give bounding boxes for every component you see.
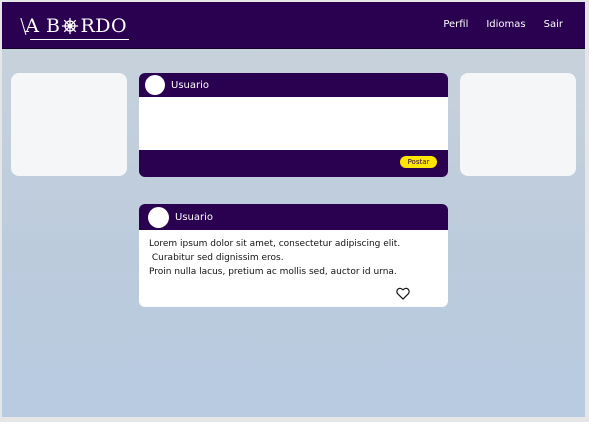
- post-body: Lorem ipsum dolor sit amet, consectetur …: [139, 230, 448, 279]
- left-sidebar-card: [11, 73, 127, 176]
- brand-logo[interactable]: \ A B RDO: [20, 14, 130, 40]
- logo-underline: [30, 39, 130, 40]
- ship-wheel-icon: [62, 17, 79, 35]
- like-button[interactable]: [394, 287, 412, 303]
- app-frame: \ A B RDO Perfil Idiomas Sair Usuario Po…: [2, 2, 585, 417]
- nav-logout-link[interactable]: Sair: [544, 19, 563, 30]
- compose-input[interactable]: [139, 97, 448, 150]
- post-text-line: Curabitur sed dignissim eros.: [149, 253, 284, 263]
- post-text-line: Proin nulla lacus, pretium ac mollis sed…: [149, 267, 397, 277]
- navbar: \ A B RDO Perfil Idiomas Sair: [2, 2, 585, 49]
- heart-icon: [396, 287, 410, 300]
- right-sidebar-card: [460, 73, 576, 176]
- post-button[interactable]: Postar: [400, 156, 437, 168]
- logo-text-suffix: RDO: [80, 15, 128, 37]
- avatar[interactable]: [148, 206, 169, 228]
- nav-profile-link[interactable]: Perfil: [443, 19, 468, 30]
- post-card: Usuario Lorem ipsum dolor sit amet, cons…: [139, 204, 448, 307]
- compose-header: Usuario: [139, 73, 448, 97]
- post-header: Usuario: [139, 204, 448, 230]
- compose-footer: Postar: [139, 150, 448, 177]
- nav-languages-link[interactable]: Idiomas: [486, 19, 525, 30]
- compose-card: Usuario Postar: [139, 73, 448, 177]
- post-text-line: Lorem ipsum dolor sit amet, consectetur …: [149, 239, 401, 249]
- compose-username: Usuario: [171, 79, 210, 91]
- logo-text-prefix: A B: [25, 15, 61, 37]
- post-username: Usuario: [175, 211, 214, 223]
- avatar[interactable]: [145, 75, 165, 95]
- nav-links: Perfil Idiomas Sair: [443, 19, 563, 30]
